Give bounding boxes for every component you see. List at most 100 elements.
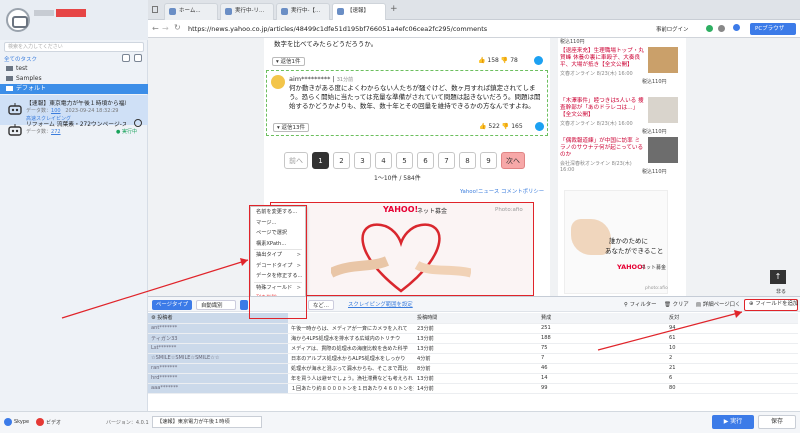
cell[interactable]: 13分前 [414, 373, 538, 384]
cell[interactable]: 13分前 [414, 333, 538, 344]
comment-policy-link[interactable]: Yahoo!ニュース コメントポリシー [460, 187, 544, 195]
browser-mode-select[interactable]: PCブラウザ [750, 23, 796, 35]
cell[interactable]: 14 [538, 373, 666, 384]
cell[interactable]: aaa******* [148, 383, 288, 394]
cell[interactable]: ☆SMILE☆SMILE☆SMILE☆☆ [148, 353, 288, 364]
cell[interactable]: Lst******* [148, 343, 288, 354]
page-type-tab[interactable]: ページタイプ [152, 300, 193, 310]
open-page-tab[interactable]: 【速報】東京電力が午後１時頃 [152, 416, 262, 428]
cell[interactable]: メディアは、貫際の処理水の海度比較を含めた科学 [288, 343, 414, 354]
folder-default[interactable]: デフォルト [0, 84, 148, 94]
page-button[interactable]: 7 [438, 152, 455, 169]
thumbs-up-icon[interactable]: 👍 [479, 123, 486, 130]
gear-icon[interactable]: ⚙ [151, 315, 156, 321]
back-arrow-icon[interactable]: ← [152, 24, 159, 33]
page-button[interactable]: 9 [480, 152, 497, 169]
filter-button[interactable]: ⚲ フィルター [620, 300, 661, 310]
cell[interactable]: hrd******* [148, 373, 288, 384]
skype-icon[interactable] [4, 418, 12, 426]
cell[interactable]: 46 [538, 363, 666, 374]
table-row[interactable]: ant******* 午後一時からは、メディアが一斉にカメラを入れて 23分前 251… [148, 323, 798, 334]
cell[interactable]: 7 [538, 353, 666, 364]
username[interactable]: aim********* [289, 75, 330, 83]
cell[interactable]: 99 [538, 383, 666, 394]
table-row[interactable]: ☆SMILE☆SMILE☆SMILE☆☆ 日本のアルプス処理水からALPS処理水を… [148, 353, 798, 364]
cell[interactable]: 188 [538, 333, 666, 344]
avatar[interactable] [6, 8, 30, 32]
folder-samples[interactable]: Samples [0, 74, 148, 84]
twitter-icon[interactable] [534, 56, 543, 65]
task-item[interactable]: リフォーム 流葉素・272ウンページ-スクレ... データ数：272 ● 実行中 [0, 116, 148, 146]
cell[interactable]: 2 [666, 353, 798, 364]
thumbs-up-icon[interactable]: 👍 [478, 57, 485, 64]
cell[interactable]: ant******* [148, 323, 288, 334]
news-item[interactable]: 「偶裁報道練」が中国に訪率 ミラノのサウナテ何が起こっているのか 会社深春秋オン… [558, 134, 686, 178]
cell[interactable]: 23分前 [414, 323, 538, 334]
folder-test[interactable]: test [0, 64, 148, 74]
reply-button[interactable]: ▾ 返信13件 [273, 123, 310, 132]
cell[interactable]: 10 [666, 343, 798, 354]
tab-running-1[interactable]: 実行中-リ... [220, 3, 274, 20]
page-button[interactable]: 4 [375, 152, 392, 169]
table-row[interactable]: ran******* 処理水が海水と混ぶって漏水からも、そこまで再比 8分前 46 21 [148, 363, 798, 374]
column-header[interactable]: 反対 [666, 313, 798, 324]
column-header[interactable]: 賛成 [538, 313, 666, 324]
cell[interactable]: １回あたり約８０００トンを１日あたり４６０トンを排 [288, 383, 414, 394]
settings-icon[interactable] [718, 25, 725, 32]
page-button[interactable]: 3 [354, 152, 371, 169]
reply-button[interactable]: ▾ 返信1件 [272, 57, 305, 66]
page-type-select[interactable]: 自動識別 [196, 300, 236, 310]
stop-icon[interactable] [134, 119, 142, 127]
run-button[interactable]: ▶ 実行 [712, 415, 754, 429]
ad-banner[interactable]: YAHOO! ネット募金 Photo:afio [270, 202, 534, 296]
url-field[interactable]: https://news.yahoo.co.jp/articles/48499c… [188, 25, 628, 33]
tab-active[interactable]: 【速報】 [332, 3, 386, 20]
tab-home[interactable]: ホーム... [164, 3, 218, 20]
cell[interactable]: 21 [666, 363, 798, 374]
save-button[interactable]: 保存 [758, 415, 796, 429]
forward-arrow-icon[interactable]: → [162, 24, 169, 33]
data-count[interactable]: 100 [51, 108, 61, 114]
scroll-range-link[interactable]: スクレイピング範囲を設定 [344, 300, 417, 310]
add-folder-icon[interactable] [122, 54, 130, 62]
detail-page-button[interactable]: ▤ 詳細ページ口く [692, 300, 742, 310]
globe-icon[interactable] [733, 24, 740, 31]
skype-link[interactable]: Skype [14, 419, 29, 425]
column-header[interactable]: 投稿時間 [414, 313, 538, 324]
cell[interactable]: 海から4LPS処理水を排水する広域内のトリチウ [288, 333, 414, 344]
cell[interactable]: 75 [538, 343, 666, 354]
cell[interactable]: 61 [666, 333, 798, 344]
tab-running-2[interactable]: 実行中-【... [276, 3, 330, 20]
reload-icon[interactable]: ↻ [174, 23, 181, 32]
next-page-button[interactable]: 次へ [501, 152, 525, 169]
thumbs-down-icon[interactable]: 👎 [502, 123, 509, 130]
add-field-button[interactable]: ⊕ フィールドを追加 [744, 299, 798, 311]
cell[interactable]: 94 [666, 323, 798, 334]
clear-button[interactable]: 🗑 クリア [660, 300, 693, 310]
cell[interactable]: 80 [666, 383, 798, 394]
data-count[interactable]: 272 [51, 129, 61, 135]
ad-square[interactable]: 誰かのために あなたができること YAHOO! ネット募金 photo:afio [564, 190, 668, 294]
twitter-icon[interactable] [535, 122, 544, 131]
thumbs-down-icon[interactable]: 👎 [501, 57, 508, 64]
news-item[interactable]: 【退座来充】生理職場トップ・丸賀峰 休養の裏に車殴子、大奏良平、大場が抵き【全文… [558, 44, 686, 88]
cell[interactable]: 午後一時からは、メディアが一斉にカメラを入れて [288, 323, 414, 334]
cell[interactable]: ティガン33 [148, 333, 288, 344]
dropdown-toggle[interactable] [240, 300, 248, 310]
page-button[interactable]: 5 [396, 152, 413, 169]
more-select[interactable]: など... [308, 300, 334, 310]
cell[interactable]: 6 [666, 373, 798, 384]
cell[interactable]: 4分前 [414, 353, 538, 364]
video-icon[interactable] [36, 418, 44, 426]
news-item[interactable]: 「木澤事件」睦つきは5人いる 捜査幹部が「あのドラレコは…」【全文公開】 文春オ… [558, 94, 686, 138]
table-row[interactable]: Lst******* メディアは、貫際の処理水の海度比較を含めた科学 13分前 75 1… [148, 343, 798, 354]
new-tab-icon[interactable]: + [390, 4, 398, 14]
back-icon[interactable] [152, 6, 158, 13]
prev-page-button[interactable]: 前へ [284, 152, 308, 169]
scroll-top-button[interactable]: ↑ [770, 270, 786, 284]
login-button[interactable]: 事前ログイン [656, 25, 688, 33]
table-row[interactable]: hrd******* 年を買う人は避せでしょう。漁社滞費なども考えられ 13分前 14… [148, 373, 798, 384]
cell[interactable]: 年を買う人は避せでしょう。漁社滞費なども考えられ [288, 373, 414, 384]
collapse-label[interactable]: 非る [776, 288, 786, 295]
all-tasks-label[interactable]: 全てのタスク [4, 55, 37, 63]
